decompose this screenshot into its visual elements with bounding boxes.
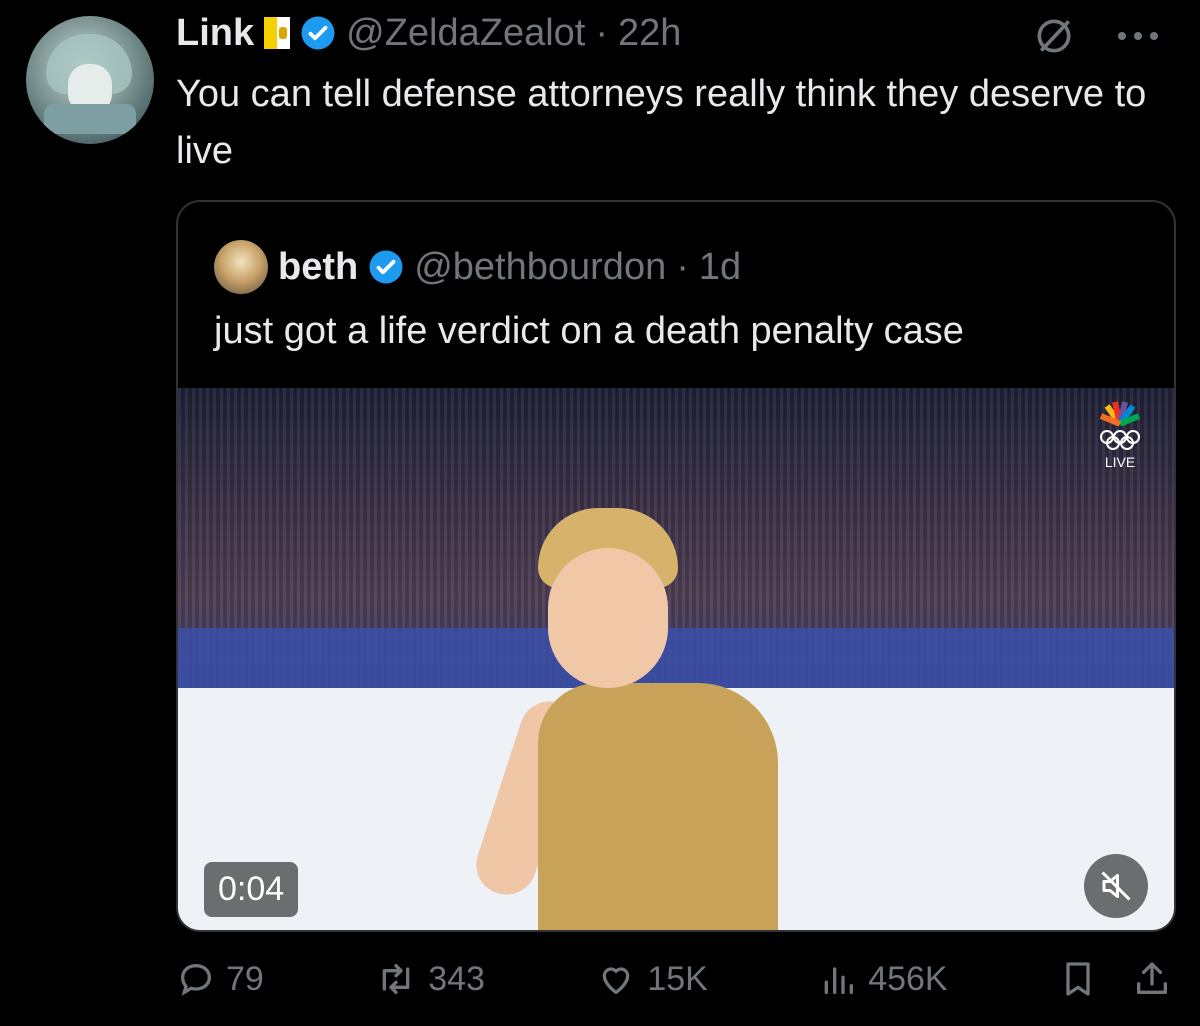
post-time[interactable]: 22h xyxy=(618,12,681,55)
retweet-count: 343 xyxy=(428,959,485,998)
secondary-actions xyxy=(1058,958,1172,1000)
mute-button[interactable] xyxy=(1084,854,1148,918)
verified-badge-icon xyxy=(301,16,335,50)
like-button[interactable]: 15K xyxy=(595,959,708,999)
video-media[interactable]: LIVE 0:04 xyxy=(178,388,1174,930)
time-separator: · xyxy=(595,11,609,54)
quoted-text: just got a life verdict on a death penal… xyxy=(214,310,964,352)
reply-icon xyxy=(180,963,212,996)
peacock-logo-icon xyxy=(1099,401,1141,427)
quoted-author-name[interactable]: beth xyxy=(278,246,358,289)
author-name[interactable]: Link xyxy=(176,12,254,55)
avatar[interactable] xyxy=(26,16,154,144)
like-count: 15K xyxy=(647,959,708,998)
reply-button[interactable]: 79 xyxy=(176,959,264,999)
view-count: 456K xyxy=(868,959,948,998)
views-button[interactable]: 456K xyxy=(818,959,948,999)
quoted-avatar[interactable] xyxy=(214,240,268,294)
network-live-badge: LIVE xyxy=(1090,398,1150,470)
more-icon[interactable] xyxy=(1116,26,1160,46)
author-handle[interactable]: @ZeldaZealot xyxy=(346,12,585,55)
post-top-icons xyxy=(1032,14,1160,58)
retweet-icon xyxy=(382,964,410,994)
heart-icon xyxy=(602,967,630,994)
reply-count: 79 xyxy=(226,959,264,998)
bookmark-icon[interactable] xyxy=(1058,958,1098,1000)
speaker-muted-icon xyxy=(1101,871,1131,901)
quoted-time[interactable]: 1d xyxy=(699,246,741,289)
olympic-rings-icon xyxy=(1100,430,1140,450)
quoted-header: beth @bethbourdon · 1d xyxy=(214,240,741,294)
video-duration: 0:04 xyxy=(204,862,299,917)
quoted-handle[interactable]: @bethbourdon xyxy=(414,246,666,289)
video-skater xyxy=(468,508,848,930)
post-header: Link @ZeldaZealot · 22h xyxy=(176,8,681,58)
post-actions: 79 343 15K 456K xyxy=(176,952,1172,1006)
vatican-flag-icon xyxy=(264,17,291,49)
quoted-post[interactable]: beth @bethbourdon · 1d just got a life v… xyxy=(176,200,1176,932)
live-label: LIVE xyxy=(1104,454,1136,470)
verified-badge-icon xyxy=(369,250,403,284)
avatar-scarf xyxy=(44,104,136,134)
quoted-time-separator: · xyxy=(676,245,689,288)
views-chart-icon xyxy=(824,967,854,994)
share-icon[interactable] xyxy=(1132,958,1172,1000)
grok-icon[interactable] xyxy=(1032,14,1076,58)
retweet-button[interactable]: 343 xyxy=(374,959,485,999)
post-text: You can tell defense attorneys really th… xyxy=(176,73,1147,172)
